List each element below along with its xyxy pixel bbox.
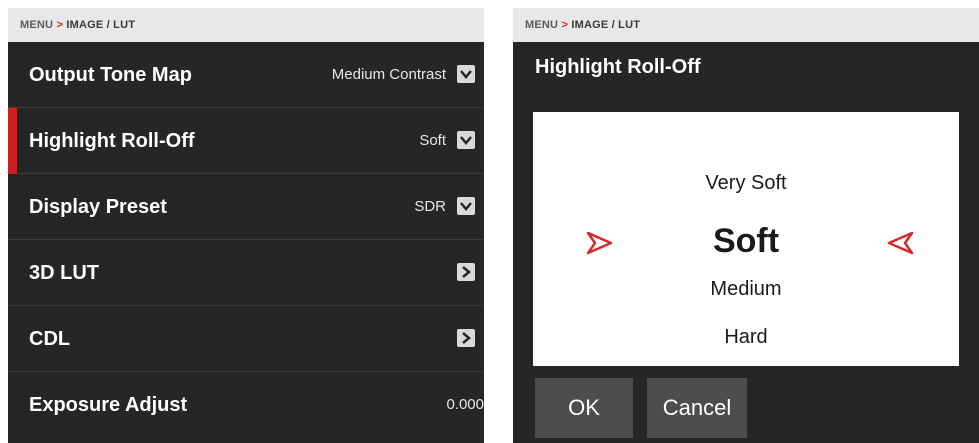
menu-item-value: 0.000 <box>446 396 484 413</box>
menu-item-exposure-adjust[interactable]: Exposure Adjust 0.000 <box>8 372 484 438</box>
menu-item-label: 3D LUT <box>29 262 99 284</box>
selection-arrow-right-icon <box>586 231 613 255</box>
menu-item-value: Medium Contrast <box>331 66 446 83</box>
selection-arrow-left-icon <box>887 231 914 255</box>
breadcrumb-path: IMAGE / LUT <box>571 19 641 31</box>
menu-item-highlight-roll-off[interactable]: Highlight Roll-Off Soft <box>8 108 484 174</box>
breadcrumb-separator: > <box>56 19 64 31</box>
chevron-down-icon[interactable] <box>457 131 475 149</box>
breadcrumb-separator: > <box>561 19 569 31</box>
menu-item-label: CDL <box>29 328 71 350</box>
dialog-title: Highlight Roll-Off <box>535 56 701 78</box>
cancel-button[interactable]: Cancel <box>647 378 747 438</box>
chevron-right-icon[interactable] <box>457 329 475 347</box>
ok-button[interactable]: OK <box>535 378 633 438</box>
menu-item-label: Display Preset <box>29 196 167 218</box>
image-lut-menu: MENU > IMAGE / LUT Output Tone Map Mediu… <box>8 8 484 443</box>
menu-item-output-tone-map[interactable]: Output Tone Map Medium Contrast <box>8 42 484 108</box>
breadcrumb-menu[interactable]: MENU <box>20 19 53 31</box>
breadcrumb-menu[interactable]: MENU <box>525 19 558 31</box>
selection-indicator <box>8 108 17 174</box>
menu-item-label: Output Tone Map <box>29 64 192 86</box>
breadcrumb: MENU > IMAGE / LUT <box>8 8 484 42</box>
menu-item-label: Highlight Roll-Off <box>29 130 195 152</box>
chevron-right-icon[interactable] <box>457 263 475 281</box>
breadcrumb: MENU > IMAGE / LUT <box>513 8 979 42</box>
menu-item-display-preset[interactable]: Display Preset SDR <box>8 174 484 240</box>
option-picker[interactable]: Very Soft Soft Medium Hard <box>533 112 959 366</box>
chevron-down-icon[interactable] <box>457 65 475 83</box>
menu-item-label: Exposure Adjust <box>29 394 188 416</box>
option-very-soft[interactable]: Very Soft <box>533 172 959 195</box>
menu-item-3d-lut[interactable]: 3D LUT <box>8 240 484 306</box>
option-hard[interactable]: Hard <box>533 326 959 349</box>
breadcrumb-path: IMAGE / LUT <box>66 19 136 31</box>
option-medium[interactable]: Medium <box>533 278 959 301</box>
chevron-down-icon[interactable] <box>457 197 475 215</box>
highlight-roll-off-dialog: MENU > IMAGE / LUT Highlight Roll-Off Ve… <box>513 8 979 443</box>
menu-item-value: SDR <box>414 198 446 215</box>
menu-item-value: Soft <box>419 132 446 149</box>
menu-item-cdl[interactable]: CDL <box>8 306 484 372</box>
